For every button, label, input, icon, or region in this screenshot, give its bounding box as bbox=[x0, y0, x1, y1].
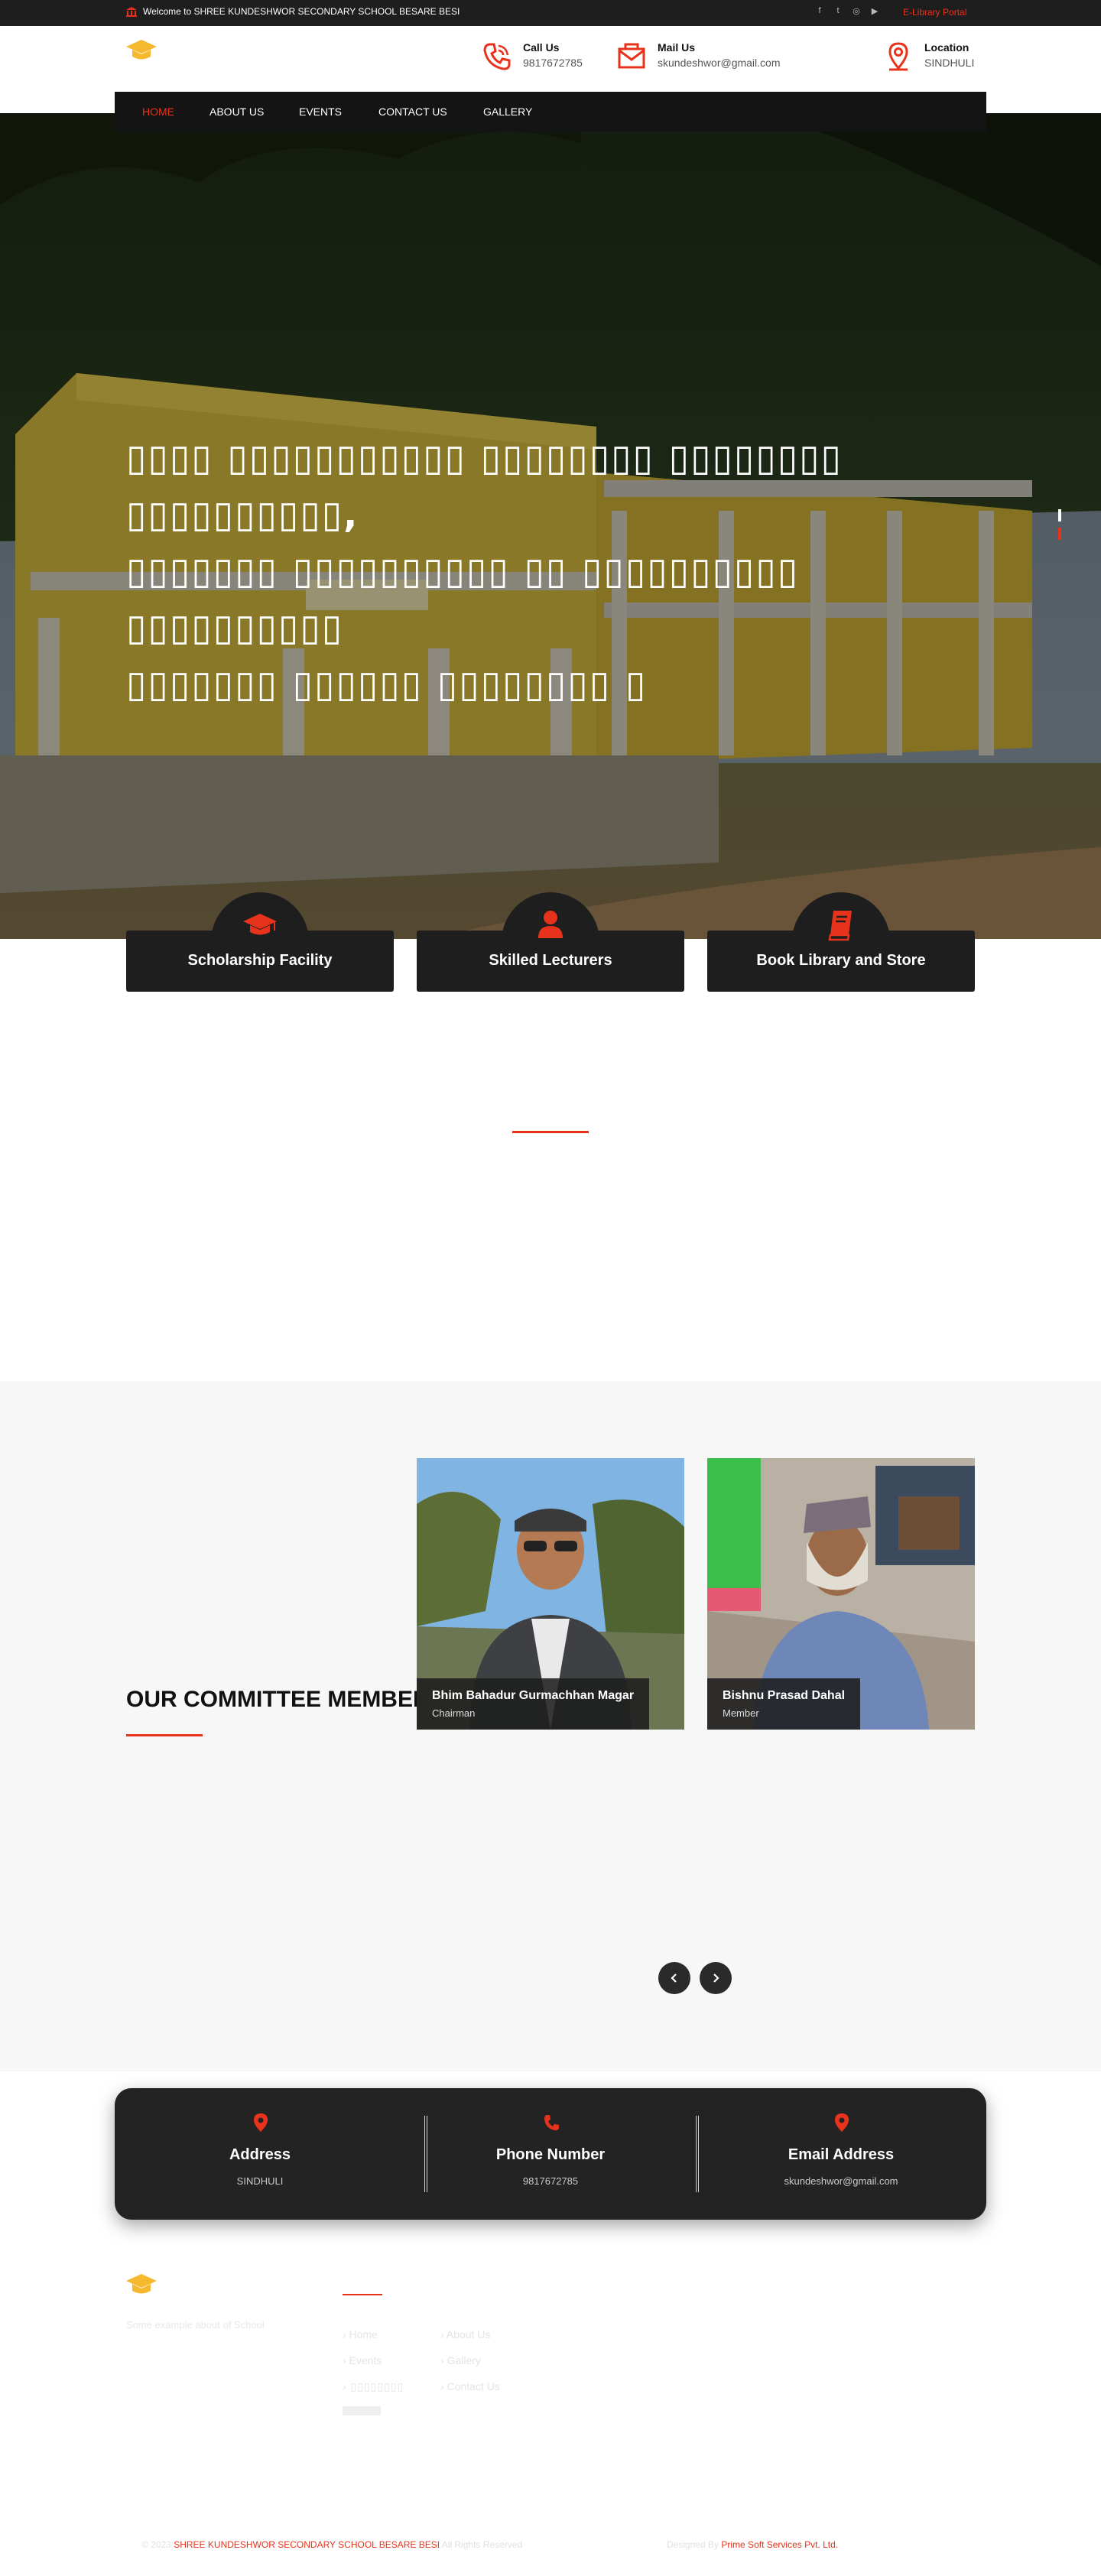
nav-gallery[interactable]: GALLERY bbox=[483, 92, 532, 132]
contact-strip: Address SINDHULI Phone Number 9817672785… bbox=[115, 2088, 986, 2220]
contact-email-title: Email Address bbox=[788, 2146, 895, 2163]
carousel-prev-button[interactable] bbox=[658, 1962, 690, 1994]
mail-value: skundeshwor@gmail.com bbox=[658, 57, 781, 69]
contact-phone: Phone Number 9817672785 bbox=[405, 2088, 696, 2220]
contact-address: Address SINDHULI bbox=[115, 2088, 405, 2220]
footer-link-contact-us[interactable]: › Contact Us bbox=[440, 2380, 500, 2392]
call-title: Call Us bbox=[523, 41, 560, 54]
feature-title: Skilled Lecturers bbox=[489, 952, 612, 969]
footer-links-underline bbox=[343, 2294, 382, 2295]
location-value: SINDHULI bbox=[924, 57, 975, 69]
member-caption: Bhim Bahadur Gurmachhan Magar Chairman bbox=[417, 1678, 650, 1730]
copyright-rights: All Rights Reserved bbox=[441, 2539, 523, 2550]
footer-link-home[interactable]: › Home bbox=[343, 2328, 378, 2340]
footer-about-text: Some example about of School bbox=[126, 2319, 265, 2331]
slider-dot[interactable] bbox=[1058, 509, 1061, 521]
elibrary-link[interactable]: E-Library Portal bbox=[903, 7, 966, 18]
feature-title: Scholarship Facility bbox=[187, 952, 333, 969]
nav-about-us[interactable]: ABOUT US bbox=[209, 92, 264, 132]
feature-card-lecturers: Skilled Lecturers bbox=[417, 892, 684, 992]
designed-by-label: Designed By bbox=[667, 2539, 719, 2550]
slider-dot-active[interactable] bbox=[1058, 528, 1061, 540]
designer-credit: Designed By Prime Soft Services Pvt. Ltd… bbox=[667, 2539, 838, 2550]
school-icon bbox=[126, 6, 137, 17]
member-name: Bhim Bahadur Gurmachhan Magar bbox=[432, 1689, 635, 1702]
phone-icon bbox=[483, 43, 511, 70]
top-bar: Welcome to SHREE KUNDESHWOR SECONDARY SC… bbox=[0, 0, 1101, 26]
feature-card-library: Book Library and Store bbox=[707, 892, 975, 992]
section-divider bbox=[512, 1131, 589, 1133]
footer-link-label: About Us bbox=[446, 2328, 491, 2340]
hero-heading-line: ▯▯▯▯▯▯▯ ▯▯▯▯▯▯▯▯▯▯ ▯▯ ▯▯▯▯▯▯▯▯▯▯ ▯▯▯▯▯▯▯… bbox=[126, 550, 800, 649]
call-value: 9817672785 bbox=[523, 57, 583, 69]
mail-icon bbox=[618, 43, 645, 69]
graduation-cap-icon bbox=[243, 914, 277, 935]
main-nav: HOME ABOUT US EVENTS CONTACT US GALLERY bbox=[115, 92, 986, 132]
footer-link-label: Home bbox=[349, 2328, 378, 2340]
copyright-year: © 2023 bbox=[141, 2539, 171, 2550]
hero-heading: ▯▯▯▯ ▯▯▯▯▯▯▯▯▯▯▯ ▯▯▯▯▯▯▯▯ ▯▯▯▯▯▯▯▯ ▯▯▯▯▯… bbox=[126, 430, 952, 713]
chevron-left-icon bbox=[671, 1973, 677, 1983]
facebook-icon[interactable]: f bbox=[815, 6, 824, 17]
footer-link-placeholder bbox=[343, 2406, 381, 2415]
contact-phone-value[interactable]: 9817672785 bbox=[405, 2175, 696, 2187]
contact-email-value[interactable]: skundeshwor@gmail.com bbox=[696, 2175, 986, 2187]
user-icon bbox=[538, 911, 563, 938]
nav-home[interactable]: HOME bbox=[142, 92, 174, 132]
youtube-icon[interactable]: ▶ bbox=[870, 6, 879, 17]
location-pin-icon bbox=[835, 2113, 849, 2132]
footer-link-events[interactable]: › Events bbox=[343, 2354, 382, 2366]
member-card[interactable]: Bhim Bahadur Gurmachhan Magar Chairman bbox=[417, 1458, 684, 1730]
contact-address-title: Address bbox=[229, 2146, 291, 2163]
footer-link-label: Contact Us bbox=[447, 2380, 500, 2392]
graduation-cap-logo-icon bbox=[126, 2274, 157, 2294]
contact-address-value: SINDHULI bbox=[236, 2175, 284, 2187]
footer-link-nonlatin[interactable]: › ▯▯▯▯▯▯▯▯ bbox=[343, 2380, 404, 2393]
phone-icon bbox=[544, 2115, 559, 2131]
member-role: Member bbox=[723, 1707, 759, 1719]
location-pin-icon bbox=[888, 42, 908, 71]
copyright-school-link[interactable]: SHREE KUNDESHWOR SECONDARY SCHOOL BESARE… bbox=[174, 2539, 440, 2550]
location-title: Location bbox=[924, 41, 969, 54]
graduation-cap-logo-icon bbox=[126, 40, 157, 60]
footer-link-label: Events bbox=[349, 2354, 382, 2366]
member-role: Chairman bbox=[432, 1707, 476, 1719]
member-card[interactable]: Bishnu Prasad Dahal Member bbox=[707, 1458, 975, 1730]
header-mail[interactable]: Mail Us skundeshwor@gmail.com bbox=[616, 41, 781, 72]
feature-card-scholarship: Scholarship Facility bbox=[126, 892, 394, 992]
committee-title-underline bbox=[126, 1734, 203, 1736]
header-call[interactable]: Call Us 9817672785 bbox=[482, 41, 583, 72]
contact-email: Email Address skundeshwor@gmail.com bbox=[696, 2088, 986, 2220]
instagram-icon[interactable]: ◎ bbox=[852, 6, 861, 17]
contact-phone-title: Phone Number bbox=[495, 2146, 606, 2163]
welcome-text: Welcome to SHREE KUNDESHWOR SECONDARY SC… bbox=[143, 6, 460, 17]
member-name: Bishnu Prasad Dahal bbox=[723, 1689, 846, 1702]
nav-events[interactable]: EVENTS bbox=[299, 92, 342, 132]
hero-heading-line: ▯▯▯▯ ▯▯▯▯▯▯▯▯▯▯▯ ▯▯▯▯▯▯▯▯ ▯▯▯▯▯▯▯▯ ▯▯▯▯▯… bbox=[126, 437, 843, 536]
footer-link-label: Gallery bbox=[447, 2354, 481, 2366]
twitter-icon[interactable]: t bbox=[833, 6, 843, 17]
mail-title: Mail Us bbox=[658, 41, 696, 54]
header-location: Location SINDHULI bbox=[883, 41, 974, 72]
committee-title: OUR COMMITTEE MEMBERS bbox=[126, 1687, 445, 1712]
nav-contact-us[interactable]: CONTACT US bbox=[378, 92, 447, 132]
site-logo[interactable] bbox=[126, 40, 157, 65]
welcome-message: Welcome to SHREE KUNDESHWOR SECONDARY SC… bbox=[126, 6, 460, 17]
footer-link-about-us[interactable]: › About Us bbox=[440, 2328, 490, 2340]
designer-link[interactable]: Prime Soft Services Pvt. Ltd. bbox=[721, 2539, 838, 2550]
carousel-next-button[interactable] bbox=[700, 1962, 732, 1994]
footer-link-gallery[interactable]: › Gallery bbox=[440, 2354, 481, 2366]
footer-logo[interactable] bbox=[126, 2274, 157, 2299]
slider-dots bbox=[1058, 509, 1061, 546]
book-icon bbox=[828, 911, 852, 941]
feature-title: Book Library and Store bbox=[756, 952, 926, 969]
copyright: © 2023 SHREE KUNDESHWOR SECONDARY SCHOOL… bbox=[141, 2539, 522, 2550]
chevron-right-icon bbox=[713, 1973, 719, 1983]
social-links: f t ◎ ▶ bbox=[815, 6, 879, 17]
member-caption: Bishnu Prasad Dahal Member bbox=[707, 1678, 861, 1730]
location-pin-icon bbox=[254, 2113, 268, 2132]
hero-heading-line: ▯▯▯▯▯▯▯ ▯▯▯▯▯▯ ▯▯▯▯▯▯▯▯ ▯ bbox=[126, 663, 648, 706]
